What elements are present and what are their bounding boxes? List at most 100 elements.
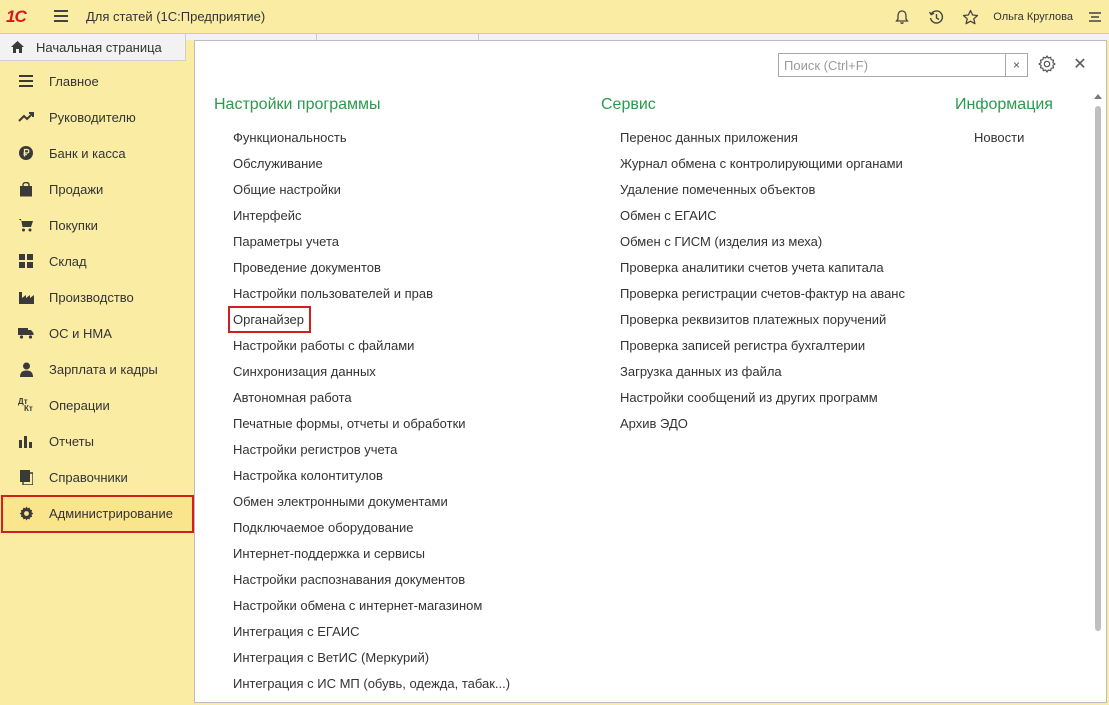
sidebar-item-purchases[interactable]: Покупки bbox=[0, 207, 194, 243]
gear-icon bbox=[1038, 55, 1056, 73]
link-item[interactable]: Интеграция с ИС МП (обувь, одежда, табак… bbox=[233, 676, 510, 702]
bar-chart-icon bbox=[18, 433, 34, 449]
link-item[interactable]: Проверка реквизитов платежных поручений bbox=[620, 312, 905, 338]
main-menu-button[interactable] bbox=[54, 10, 68, 24]
link-item[interactable]: Настройки распознавания документов bbox=[233, 572, 510, 598]
scroll-thumb[interactable] bbox=[1095, 106, 1101, 631]
sidebar-item-operations[interactable]: Дт Кт Операции bbox=[0, 387, 194, 423]
hamburger-icon-line bbox=[54, 15, 68, 17]
close-icon: ✕ bbox=[1073, 56, 1087, 73]
link-item[interactable]: Функциональность bbox=[233, 130, 510, 156]
history-button[interactable] bbox=[919, 0, 953, 34]
sidebar-item-catalogs[interactable]: Справочники bbox=[0, 459, 194, 495]
home-page-tab[interactable]: Начальная страница bbox=[0, 34, 186, 61]
link-item[interactable]: Настройки регистров учета bbox=[233, 442, 510, 468]
sidebar-item-main[interactable]: Главное bbox=[0, 63, 194, 99]
link-item[interactable]: Настройка колонтитулов bbox=[233, 468, 510, 494]
dt-kt-icon: Дт Кт bbox=[18, 397, 34, 413]
sidebar-item-label: Покупки bbox=[49, 217, 98, 233]
app-title: Для статей (1С:Предприятие) bbox=[86, 9, 266, 24]
link-item[interactable]: Настройки обмена с интернет-магазином bbox=[233, 598, 510, 624]
link-item[interactable]: Новости bbox=[974, 130, 1053, 156]
truck-icon bbox=[18, 325, 34, 341]
panel-settings-button[interactable] bbox=[1038, 55, 1058, 75]
grid-icon bbox=[18, 253, 34, 269]
link-item[interactable]: Перенос данных приложения bbox=[620, 130, 905, 156]
factory-icon bbox=[18, 289, 34, 305]
cart-icon bbox=[18, 217, 34, 233]
link-item[interactable]: Журнал обмена с контролирующими органами bbox=[620, 156, 905, 182]
link-item[interactable]: Обмен с ГИСМ (изделия из меха) bbox=[620, 234, 905, 260]
favorites-button[interactable] bbox=[953, 0, 987, 34]
link-item[interactable]: Общие настройки bbox=[233, 182, 510, 208]
logo: 1С bbox=[6, 7, 27, 26]
link-item[interactable]: Печатные формы, отчеты и обработки bbox=[233, 416, 510, 442]
sidebar-item-label: Банк и касса bbox=[49, 145, 126, 161]
scroll-up-arrow-icon[interactable] bbox=[1094, 94, 1102, 99]
list-icon bbox=[18, 73, 34, 89]
filter-lines-icon bbox=[1089, 12, 1101, 22]
user-name[interactable]: Ольга Круглова bbox=[987, 11, 1081, 23]
bell-icon bbox=[895, 10, 910, 24]
home-tab-label: Начальная страница bbox=[36, 39, 162, 55]
sidebar-item-label: Склад bbox=[49, 253, 87, 269]
link-item[interactable]: Интерфейс bbox=[233, 208, 510, 234]
column-program-settings: Настройки программы Функциональность Обс… bbox=[214, 96, 510, 702]
link-item[interactable]: Обмен электронными документами bbox=[233, 494, 510, 520]
section-heading: Настройки программы bbox=[214, 96, 381, 113]
sidebar-item-bank[interactable]: Банк и касса bbox=[0, 135, 194, 171]
trend-icon bbox=[18, 109, 34, 125]
notifications-button[interactable] bbox=[885, 0, 919, 34]
search-clear-button[interactable]: × bbox=[1005, 54, 1027, 76]
vertical-scrollbar[interactable] bbox=[1094, 94, 1102, 701]
service-list: Перенос данных приложения Журнал обмена … bbox=[620, 130, 905, 442]
settings-menu-button[interactable] bbox=[1081, 0, 1109, 34]
link-item[interactable]: Интеграция с ЕГАИС bbox=[233, 624, 510, 650]
sidebar-item-label: Операции bbox=[49, 397, 110, 413]
sidebar-item-warehouse[interactable]: Склад bbox=[0, 243, 194, 279]
link-item[interactable]: Удаление помеченных объектов bbox=[620, 182, 905, 208]
sidebar-item-production[interactable]: Производство bbox=[0, 279, 194, 315]
section-heading: Информация bbox=[955, 96, 1053, 113]
link-item[interactable]: Подключаемое оборудование bbox=[233, 520, 510, 546]
link-item[interactable]: Проверка аналитики счетов учета капитала bbox=[620, 260, 905, 286]
link-item[interactable]: Проверка записей регистра бухгалтерии bbox=[620, 338, 905, 364]
person-icon bbox=[18, 361, 34, 377]
link-item-organizer[interactable]: Органайзер bbox=[233, 312, 510, 338]
hamburger-icon-line-3 bbox=[54, 20, 68, 22]
sidebar-item-fixed-assets[interactable]: ОС и НМА bbox=[0, 315, 194, 351]
link-item[interactable]: Загрузка данных из файла bbox=[620, 364, 905, 390]
search-input[interactable] bbox=[779, 54, 1005, 76]
information-list: Новости bbox=[974, 130, 1053, 156]
administration-panel: × ✕ Настройки программы Функциональность… bbox=[194, 40, 1107, 703]
sidebar-item-sales[interactable]: Продажи bbox=[0, 171, 194, 207]
link-item[interactable]: Интернет-поддержка и сервисы bbox=[233, 546, 510, 572]
column-information: Информация Новости bbox=[955, 96, 1053, 156]
link-item[interactable]: Проверка регистрации счетов-фактур на ав… bbox=[620, 286, 905, 312]
ruble-icon bbox=[18, 145, 34, 161]
column-service: Сервис Перенос данных приложения Журнал … bbox=[601, 96, 905, 442]
link-item[interactable]: Автономная работа bbox=[233, 390, 510, 416]
link-item[interactable]: Параметры учета bbox=[233, 234, 510, 260]
sidebar-item-label: Главное bbox=[49, 73, 99, 89]
sidebar-item-label: ОС и НМА bbox=[49, 325, 112, 341]
link-item[interactable]: Синхронизация данных bbox=[233, 364, 510, 390]
search-box: × bbox=[778, 53, 1028, 77]
close-button[interactable]: ✕ bbox=[1071, 56, 1089, 74]
sidebar-item-reports[interactable]: Отчеты bbox=[0, 423, 194, 459]
gear-icon bbox=[18, 505, 34, 521]
link-item[interactable]: Настройки сообщений из других программ bbox=[620, 390, 905, 416]
sidebar-item-salary[interactable]: Зарплата и кадры bbox=[0, 351, 194, 387]
link-item[interactable]: Проведение документов bbox=[233, 260, 510, 286]
link-item[interactable]: Интеграция с ВетИС (Меркурий) bbox=[233, 650, 510, 676]
link-item[interactable]: Обслуживание bbox=[233, 156, 510, 182]
history-icon bbox=[928, 9, 943, 24]
link-item[interactable]: Настройки работы с файлами bbox=[233, 338, 510, 364]
link-item[interactable]: Настройки пользователей и прав bbox=[233, 286, 510, 312]
link-item[interactable]: Архив ЭДО bbox=[620, 416, 905, 442]
top-toolbar: Ольга Круглова bbox=[885, 0, 1109, 34]
sidebar-item-administration[interactable]: Администрирование bbox=[0, 495, 194, 531]
sidebar-item-manager[interactable]: Руководителю bbox=[0, 99, 194, 135]
link-item[interactable]: Обмен с ЕГАИС bbox=[620, 208, 905, 234]
sidebar-item-label: Отчеты bbox=[49, 433, 94, 449]
